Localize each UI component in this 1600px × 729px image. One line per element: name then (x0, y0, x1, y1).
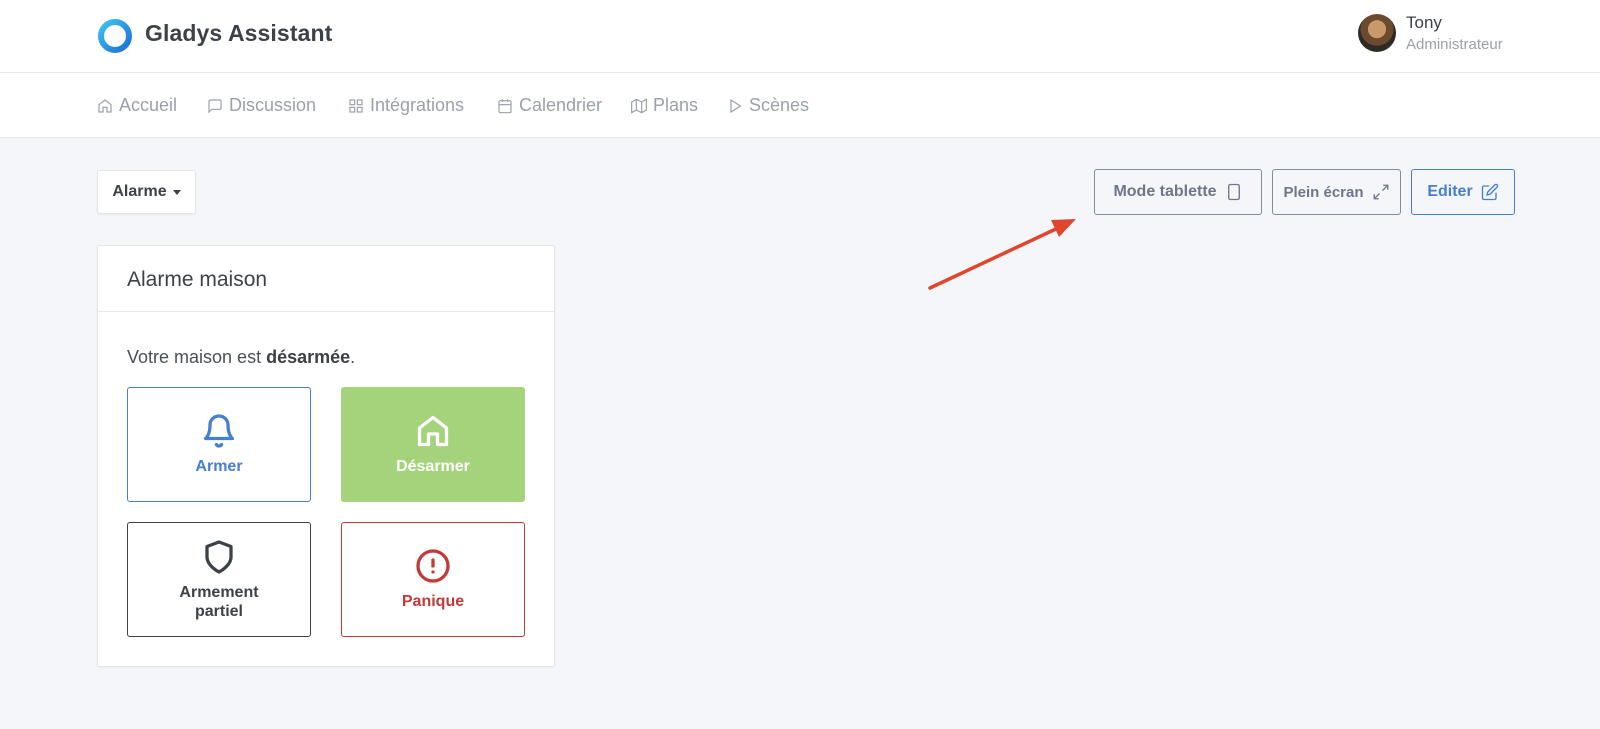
dashboard-select[interactable]: Alarme (97, 170, 196, 214)
maximize-icon (1373, 184, 1388, 200)
nav-item-label: Scènes (749, 95, 810, 115)
nav-item-label: Accueil (119, 95, 178, 115)
top-bar: Gladys Assistant Tony Administrateur (0, 0, 1600, 73)
dashboard-select-label: Alarme (112, 183, 167, 200)
avatar[interactable] (1358, 14, 1396, 52)
message-square-icon (208, 98, 222, 113)
home-icon (98, 98, 112, 113)
main-nav: Accueil Discussion Intégrations Calendri… (0, 73, 1600, 138)
partial-arm-button[interactable]: Armement partiel (127, 522, 311, 637)
arm-label: Armer (195, 458, 243, 475)
edit-label: Editer (1427, 183, 1473, 200)
disarm-button[interactable]: Désarmer (341, 387, 525, 502)
alarm-card: Alarme maison Votre maison est désarmée.… (97, 245, 555, 667)
gladys-logo-icon[interactable] (97, 18, 133, 54)
calendar-icon (498, 98, 512, 113)
panic-button[interactable]: Panique (341, 522, 525, 637)
bell-icon (203, 414, 235, 448)
nav-item-label: Plans (653, 95, 699, 115)
nav-item-discussion[interactable]: Discussion (207, 95, 316, 116)
edit-button[interactable]: Editer (1411, 169, 1515, 215)
annotation-arrow (928, 219, 1076, 290)
nav-item-calendrier[interactable]: Calendrier (497, 95, 602, 116)
status-prefix: Votre maison est (127, 347, 267, 367)
tablet-icon (1227, 183, 1240, 201)
edit-icon (1481, 183, 1498, 201)
tablet-mode-label: Mode tablette (1113, 183, 1217, 200)
nav-item-label: Calendrier (519, 95, 603, 115)
user-name[interactable]: Tony (1406, 13, 1442, 33)
card-title: Alarme maison (127, 268, 268, 291)
panic-label: Panique (401, 593, 465, 610)
alert-circle-icon (416, 549, 450, 583)
partial-arm-label: Armement partiel (179, 583, 259, 620)
nav-item-label: Discussion (229, 95, 317, 115)
status-value: désarmée (266, 347, 351, 367)
disarm-label: Désarmer (396, 458, 470, 475)
shield-icon (205, 539, 233, 574)
alarm-status-text: Votre maison est désarmée. (127, 347, 355, 368)
status-suffix: . (350, 347, 356, 367)
home-icon (417, 415, 449, 447)
play-icon (730, 98, 742, 113)
tablet-mode-button[interactable]: Mode tablette (1094, 169, 1262, 215)
nav-item-scenes[interactable]: Scènes (727, 95, 809, 116)
nav-item-label: Intégrations (370, 95, 465, 115)
fullscreen-button[interactable]: Plein écran (1272, 169, 1401, 215)
fullscreen-label: Plein écran (1283, 183, 1364, 201)
nav-item-integrations[interactable]: Intégrations (348, 95, 464, 116)
alarm-card-header: Alarme maison (98, 246, 554, 312)
nav-item-plans[interactable]: Plans (631, 95, 698, 116)
user-role: Administrateur (1406, 36, 1503, 53)
nav-item-accueil[interactable]: Accueil (97, 95, 177, 116)
caret-down-icon (172, 189, 181, 195)
arm-button[interactable]: Armer (127, 387, 311, 502)
grid-icon (349, 98, 363, 113)
app-title[interactable]: Gladys Assistant (145, 20, 332, 47)
map-icon (631, 97, 647, 114)
